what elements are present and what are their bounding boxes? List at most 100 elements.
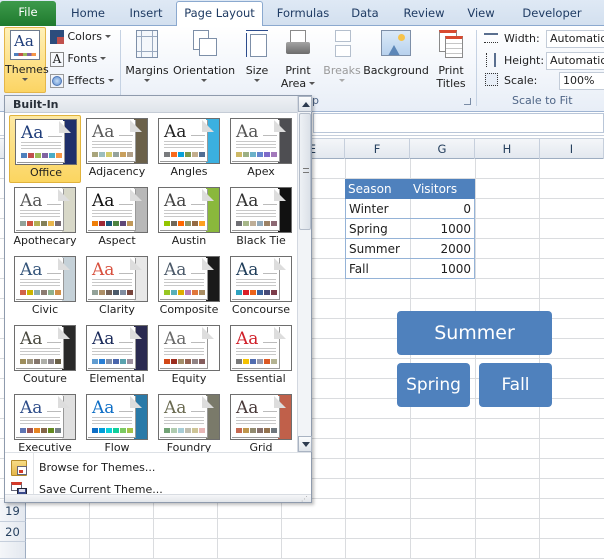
row-header[interactable]	[0, 542, 26, 559]
column-header-g[interactable]: G	[410, 139, 475, 159]
color-swatch	[185, 359, 191, 364]
theme-item-apex[interactable]: Aa Apex	[225, 115, 297, 183]
theme-line	[92, 285, 132, 286]
theme-item-foundry[interactable]: Aa Foundry	[153, 391, 225, 459]
column-header-i[interactable]: I	[540, 139, 604, 159]
column-header-f[interactable]: F	[345, 139, 410, 159]
margins-icon	[136, 30, 158, 58]
theme-item-aspect[interactable]: Aa Aspect	[81, 184, 153, 252]
theme-thumbnail: Aa	[158, 187, 220, 233]
width-select[interactable]: Automatic	[546, 30, 604, 48]
color-swatch	[99, 152, 105, 157]
smartart-shape-fall[interactable]: Fall	[479, 363, 552, 407]
scroll-down-button[interactable]	[298, 436, 312, 452]
table-cell[interactable]: Spring	[345, 219, 410, 239]
table-cell[interactable]: Summer	[345, 239, 410, 259]
theme-item-angles[interactable]: Aa Angles	[153, 115, 225, 183]
tab-formulas[interactable]: Formulas	[268, 2, 338, 26]
row-header-20[interactable]: 20	[0, 522, 26, 542]
scroll-thumb[interactable]	[299, 113, 311, 230]
theme-item-austin[interactable]: Aa Austin	[153, 184, 225, 252]
theme-item-office[interactable]: Aa Office	[9, 115, 81, 183]
resize-grip[interactable]: ⋰	[5, 494, 311, 503]
orientation-label: Orientation	[172, 64, 236, 77]
tab-view[interactable]: View	[458, 2, 504, 26]
tab-file[interactable]: File	[0, 1, 56, 26]
formula-input[interactable]	[313, 113, 604, 133]
table-cell[interactable]: 2000	[410, 239, 475, 259]
table-header-visitors[interactable]: Visitors	[410, 179, 475, 199]
table-cell[interactable]: Fall	[345, 259, 410, 279]
page-fold-icon	[202, 327, 214, 339]
theme-line	[119, 411, 133, 412]
theme-item-civic[interactable]: Aa Civic	[9, 253, 81, 321]
scale-spinner[interactable]: 100%	[559, 72, 604, 90]
theme-item-composite[interactable]: Aa Composite	[153, 253, 225, 321]
theme-item-grid[interactable]: Aa Grid	[225, 391, 297, 459]
tab-page-layout[interactable]: Page Layout	[176, 1, 263, 26]
page-fold-icon	[202, 396, 214, 408]
tab-home[interactable]: Home	[60, 2, 116, 26]
color-swatch	[120, 428, 126, 433]
gallery-scrollbar[interactable]	[297, 96, 312, 452]
theme-item-couture[interactable]: Aa Couture	[9, 322, 81, 390]
theme-item-equity[interactable]: Aa Equity	[153, 322, 225, 390]
theme-font-sample: Aa	[164, 191, 187, 211]
effects-button[interactable]: Effects	[50, 72, 114, 92]
table-cell[interactable]: Winter	[345, 199, 410, 219]
print-titles-button[interactable]: Print Titles	[432, 28, 470, 92]
theme-line	[164, 282, 204, 283]
theme-line	[164, 423, 204, 424]
theme-item-clarity[interactable]: Aa Clarity	[81, 253, 153, 321]
smartart-shape-summer[interactable]: Summer	[397, 311, 552, 355]
color-swatch	[192, 290, 198, 295]
table-cell[interactable]: 1000	[410, 219, 475, 239]
table-cell[interactable]: 0	[410, 199, 475, 219]
size-button[interactable]: Size	[240, 28, 274, 92]
dialog-launcher-icon[interactable]	[464, 98, 471, 105]
fonts-button[interactable]: A Fonts	[50, 50, 114, 70]
theme-line	[263, 273, 277, 274]
theme-item-concourse[interactable]: Aa Concourse	[225, 253, 297, 321]
color-swatch	[27, 290, 33, 295]
theme-item-black-tie[interactable]: Aa Black Tie	[225, 184, 297, 252]
scale-label: Scale:	[504, 74, 538, 87]
theme-thumbnail: Aa	[158, 325, 220, 371]
scroll-up-button[interactable]	[298, 96, 312, 112]
orientation-button[interactable]: Orientation	[172, 28, 236, 92]
tab-developer[interactable]: Developer	[514, 2, 590, 26]
theme-color-swatches	[92, 152, 133, 157]
theme-item-flow[interactable]: Aa Flow	[81, 391, 153, 459]
theme-item-essential[interactable]: Aa Essential	[225, 322, 297, 390]
color-swatch	[27, 221, 33, 226]
theme-name: Austin	[171, 234, 207, 247]
theme-line	[164, 147, 204, 148]
tab-insert[interactable]: Insert	[118, 2, 174, 26]
theme-item-executive[interactable]: Aa Executive	[9, 391, 81, 459]
theme-item-elemental[interactable]: Aa Elemental	[81, 322, 153, 390]
width-icon	[484, 33, 498, 43]
color-swatch	[55, 428, 61, 433]
themes-button[interactable]: Aa Themes	[4, 27, 49, 93]
tab-review[interactable]: Review	[396, 2, 452, 26]
browse-for-themes-menu-item[interactable]: Browse for Themes...	[5, 457, 311, 479]
smartart-shape-spring[interactable]: Spring	[397, 363, 470, 407]
print-area-button[interactable]: Print Area	[280, 28, 316, 92]
theme-thumbnail: Aa	[230, 394, 292, 440]
column-header-h[interactable]: H	[475, 139, 540, 159]
color-swatch	[99, 359, 105, 364]
colors-button[interactable]: Colors	[50, 28, 114, 48]
table-cell[interactable]: 1000	[410, 259, 475, 279]
height-select[interactable]: Automatic	[546, 52, 604, 70]
table-header-season[interactable]: Season	[345, 179, 410, 199]
row-header-19[interactable]: 19	[0, 500, 26, 522]
page-fold-icon	[130, 396, 142, 408]
height-icon	[486, 53, 496, 67]
margins-button[interactable]: Margins	[124, 28, 170, 92]
theme-thumbnail: Aa	[158, 394, 220, 440]
color-swatch	[199, 428, 205, 433]
background-button[interactable]: Background	[362, 28, 430, 92]
theme-item-apothecary[interactable]: Aa Apothecary	[9, 184, 81, 252]
theme-item-adjacency[interactable]: Aa Adjacency	[81, 115, 153, 183]
tab-data[interactable]: Data	[340, 2, 390, 26]
